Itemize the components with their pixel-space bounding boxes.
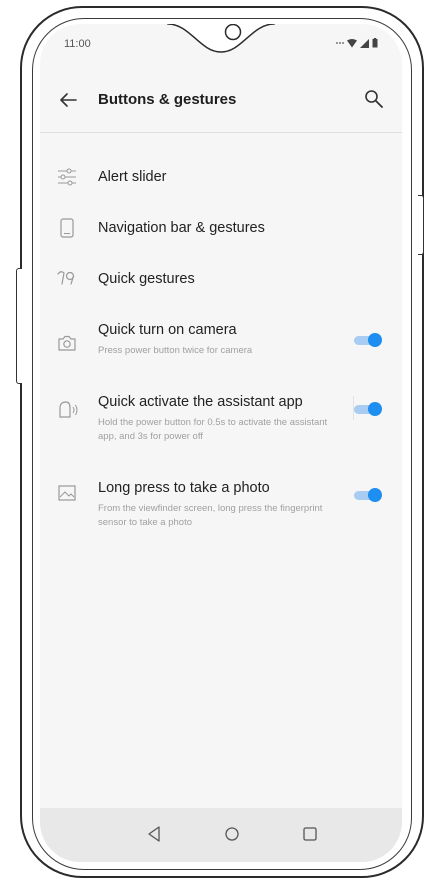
header: Buttons & gestures (40, 84, 402, 134)
search-icon[interactable] (362, 87, 386, 111)
setting-alert-slider[interactable]: Alert slider (40, 164, 402, 194)
phone-screen: 11:00 Buttons & gestures Alert slider Na… (40, 24, 402, 862)
setting-subtitle: Hold the power button for 0.5s to activa… (98, 417, 328, 442)
status-icons (336, 38, 378, 48)
setting-navigation-bar[interactable]: Navigation bar & gestures (40, 215, 402, 245)
camera-icon (58, 335, 76, 351)
long-press-photo-toggle[interactable] (354, 488, 382, 502)
sliders-icon (58, 168, 76, 186)
arrow-left-icon[interactable] (56, 88, 80, 112)
setting-title: Long press to take a photo (98, 480, 270, 496)
setting-quick-assistant[interactable]: Quick activate the assistant app Hold th… (40, 392, 402, 452)
setting-quick-camera[interactable]: Quick turn on camera Press power button … (40, 320, 402, 364)
setting-title: Navigation bar & gestures (98, 220, 265, 236)
setting-quick-gestures[interactable]: Quick gestures (40, 266, 402, 296)
setting-subtitle: Press power button twice for camera (98, 345, 253, 356)
battery-icon (372, 38, 378, 48)
page-title: Buttons & gestures (98, 91, 237, 108)
toggle-thumb (368, 402, 382, 416)
toggle-thumb (368, 488, 382, 502)
system-nav-bar (40, 808, 402, 862)
gesture-icon (57, 271, 75, 285)
status-bar: 11:00 (40, 24, 402, 66)
quick-assistant-toggle[interactable] (354, 402, 382, 416)
header-divider (40, 132, 402, 133)
setting-title: Alert slider (98, 169, 167, 185)
setting-title: Quick activate the assistant app (98, 394, 303, 410)
home-circle-icon[interactable] (222, 824, 242, 844)
phone-outline-icon (60, 218, 74, 238)
image-icon (58, 485, 76, 501)
status-time: 11:00 (64, 38, 91, 50)
quick-camera-toggle[interactable] (354, 333, 382, 347)
side-button-left (16, 268, 22, 384)
setting-title: Quick gestures (98, 271, 195, 287)
toggle-thumb (368, 333, 382, 347)
more-dots-icon (336, 42, 344, 44)
setting-title: Quick turn on camera (98, 322, 237, 338)
side-button-right (418, 195, 424, 255)
recents-square-icon[interactable] (300, 824, 320, 844)
assistant-icon (59, 401, 78, 418)
back-triangle-icon[interactable] (144, 824, 164, 844)
wifi-icon (347, 38, 357, 47)
setting-subtitle: From the viewfinder screen, long press t… (98, 503, 323, 528)
signal-icon (360, 38, 369, 48)
setting-long-press-photo[interactable]: Long press to take a photo From the view… (40, 478, 402, 538)
